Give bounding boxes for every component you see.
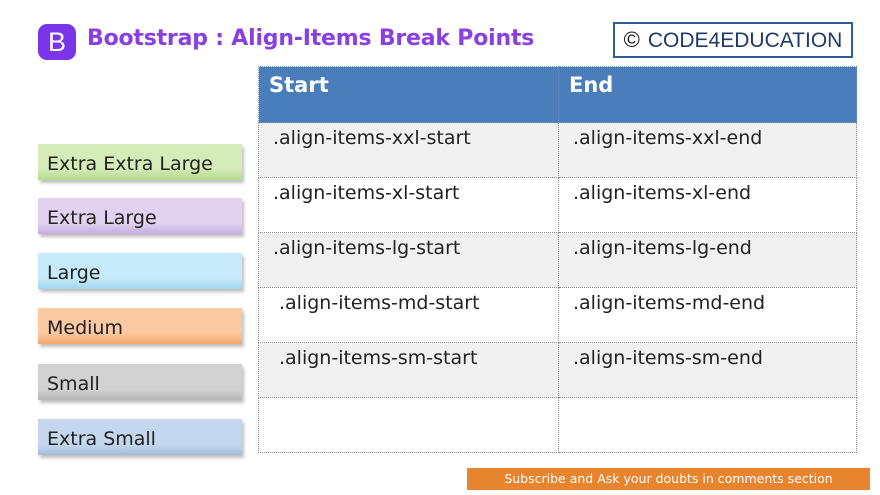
- end-class-cell: .align-items-md-end: [558, 287, 857, 343]
- table-row: .align-items-md-start .align-items-md-en…: [258, 287, 857, 343]
- brand-name: CODE4EDUCATION: [647, 29, 843, 52]
- breakpoint-label-xxl: Extra Extra Large: [38, 144, 242, 180]
- breakpoint-label-sm: Small: [38, 364, 242, 400]
- breakpoint-label-xl: Extra Large: [38, 198, 242, 234]
- table-row: .align-items-xl-start .align-items-xl-en…: [258, 177, 857, 233]
- bootstrap-logo-icon: B: [38, 24, 76, 60]
- start-class-cell: .align-items-lg-start: [258, 232, 559, 288]
- breakpoint-class-table: Start End .align-items-xxl-start .align-…: [258, 66, 857, 453]
- table-row: .align-items-xxl-start .align-items-xxl-…: [258, 122, 857, 178]
- subscribe-banner[interactable]: Subscribe and Ask your doubts in comment…: [467, 468, 870, 490]
- slide-title: Bootstrap : Align-Items Break Points: [87, 26, 535, 51]
- copyright-icon: ©: [623, 27, 640, 52]
- start-class-cell: [258, 397, 559, 453]
- start-class-cell: .align-items-sm-start: [258, 342, 559, 398]
- table-row: .align-items-sm-start .align-items-sm-en…: [258, 342, 857, 398]
- table-header-row: Start End: [258, 66, 857, 123]
- brand-badge: © CODE4EDUCATION: [613, 22, 853, 58]
- column-header-start: Start: [258, 66, 559, 123]
- start-class-cell: .align-items-xl-start: [258, 177, 559, 233]
- end-class-cell: .align-items-lg-end: [558, 232, 857, 288]
- end-class-cell: .align-items-xxl-end: [558, 122, 857, 178]
- breakpoint-label-md: Medium: [38, 308, 242, 344]
- end-class-cell: [558, 397, 857, 453]
- start-class-cell: .align-items-xxl-start: [258, 122, 559, 178]
- column-header-end: End: [558, 66, 857, 123]
- end-class-cell: .align-items-xl-end: [558, 177, 857, 233]
- start-class-cell: .align-items-md-start: [258, 287, 559, 343]
- breakpoint-label-xs: Extra Small: [38, 419, 242, 455]
- table-row-empty: [258, 397, 857, 453]
- table-row: .align-items-lg-start .align-items-lg-en…: [258, 232, 857, 288]
- end-class-cell: .align-items-sm-end: [558, 342, 857, 398]
- breakpoint-label-lg: Large: [38, 253, 242, 289]
